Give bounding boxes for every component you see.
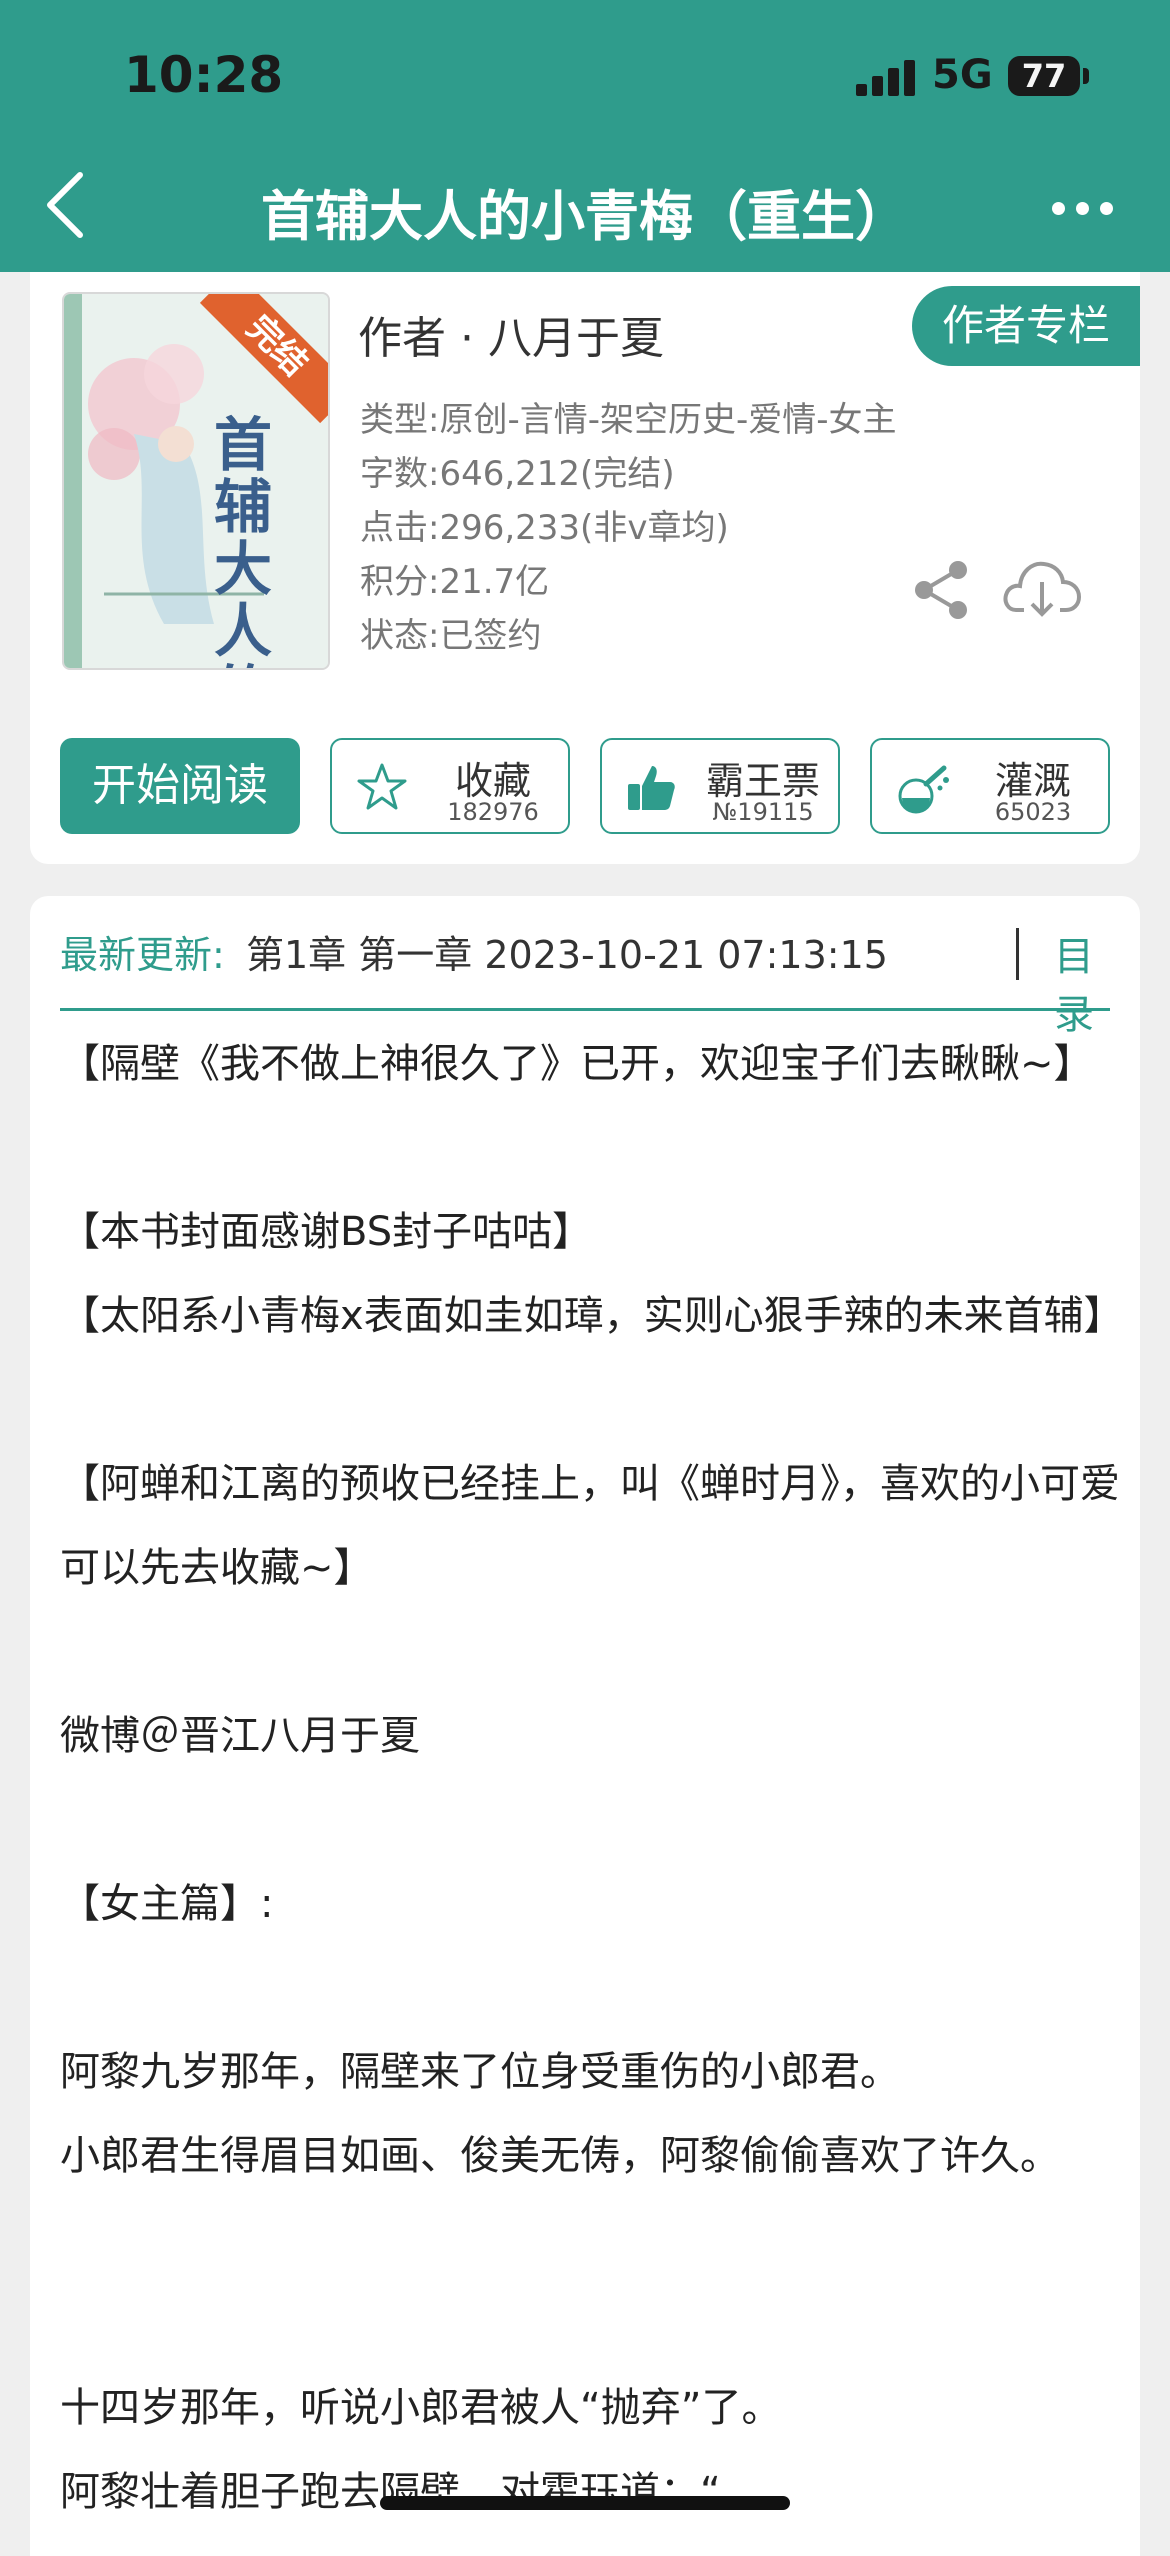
start-reading-button[interactable]: 开始阅读	[60, 738, 300, 834]
back-button[interactable]	[30, 160, 100, 250]
favorite-count: 182976	[447, 798, 539, 826]
app-header: 10:28 5G 77 首辅大人的小青梅（重生）	[0, 0, 1170, 272]
author-name[interactable]: 作者 · 八月于夏	[358, 302, 664, 366]
update-underline	[60, 1008, 1110, 1011]
intro-paragraph: 十四岁那年，听说小郎君被人“抛弃”了。	[60, 2385, 782, 2431]
meta-status: 状态:已签约	[360, 616, 542, 656]
network-type: 5G	[932, 52, 993, 98]
battery-icon: 77	[1008, 56, 1080, 96]
intro-paragraph: 小郎君生得眉目如画、俊美无俦，阿黎偷偷喜欢了许久。	[60, 2133, 1060, 2179]
more-options-button[interactable]	[1052, 190, 1116, 226]
intro-paragraph: 【阿蝉和江离的预收已经挂上，叫《蝉时月》，喜欢的小可爱可以先去收藏~】	[60, 1461, 1120, 1591]
meta-word-count: 字数:646,212(完结)	[360, 454, 675, 494]
cellular-signal-icon	[856, 60, 916, 96]
divider	[1016, 928, 1019, 980]
cover-title: 首辅大人的小青梅	[214, 411, 273, 668]
intro-paragraph: 【女主篇】:	[60, 1881, 274, 1927]
overlord-ticket-label: 霸王票	[705, 759, 820, 803]
chevron-left-icon	[47, 172, 83, 238]
irrigate-label: 灌溉	[994, 759, 1071, 803]
intro-paragraph: 【隔壁《我不做上神很久了》已开，欢迎宝子们去瞅瞅~】	[60, 1041, 1094, 1087]
status-time: 10:28	[124, 46, 284, 104]
intro-paragraph: 【太阳系小青梅x表面如圭如璋，实则心狠手辣的未来首辅】	[60, 1293, 1124, 1339]
meta-genre: 类型:原创-言情-架空历史-爱情-女主	[360, 400, 897, 440]
intro-paragraph: 微博＠晋江八月于夏	[60, 1713, 420, 1759]
home-indicator[interactable]	[380, 2496, 790, 2510]
book-intro-card: 最新更新: 第1章 第一章 2023-10-21 07:13:15 目录 【隔壁…	[30, 896, 1140, 2556]
intro-paragraph: 阿黎壮着胆子跑去隔壁，对霍珏道：“	[60, 2469, 721, 2515]
overlord-ticket-count: №19115	[712, 798, 814, 826]
book-info-card: 首辅大人的小青梅 完结 作者 · 八月于夏 作者专栏 类型:原创-言情-架空历史…	[30, 272, 1140, 864]
intro-paragraph: 【本书封面感谢BS封子咕咕】	[60, 1209, 593, 1255]
nutrient-bottle-icon	[898, 765, 949, 814]
battery-tip	[1083, 68, 1089, 84]
latest-update-row[interactable]: 最新更新: 第1章 第一章 2023-10-21 07:13:15 目录	[60, 924, 1110, 1038]
author-column-button[interactable]: 作者专栏	[912, 286, 1140, 366]
irrigate-count: 65023	[994, 798, 1072, 826]
cloud-download-icon[interactable]	[1002, 552, 1082, 624]
favorite-button[interactable]: 收藏 182976	[330, 738, 570, 834]
meta-clicks: 点击:296,233(非v章均)	[360, 508, 729, 548]
star-icon	[357, 763, 407, 810]
overlord-ticket-button[interactable]: 霸王票 №19115	[600, 738, 840, 834]
thumbs-up-icon	[628, 766, 675, 810]
latest-chapter-link[interactable]: 第1章 第一章 2023-10-21 07:13:15	[246, 924, 888, 979]
share-icon[interactable]	[910, 558, 974, 622]
intro-paragraph: 阿黎九岁那年，隔壁来了位身受重伤的小郎君。	[60, 2049, 900, 2095]
latest-update-label: 最新更新:	[60, 933, 225, 977]
page-title: 首辅大人的小青梅（重生）	[261, 185, 909, 248]
favorite-label: 收藏	[454, 759, 531, 803]
meta-score: 积分:21.7亿	[360, 562, 550, 602]
book-cover[interactable]: 首辅大人的小青梅 完结	[62, 292, 330, 670]
irrigate-button[interactable]: 灌溉 65023	[870, 738, 1110, 834]
